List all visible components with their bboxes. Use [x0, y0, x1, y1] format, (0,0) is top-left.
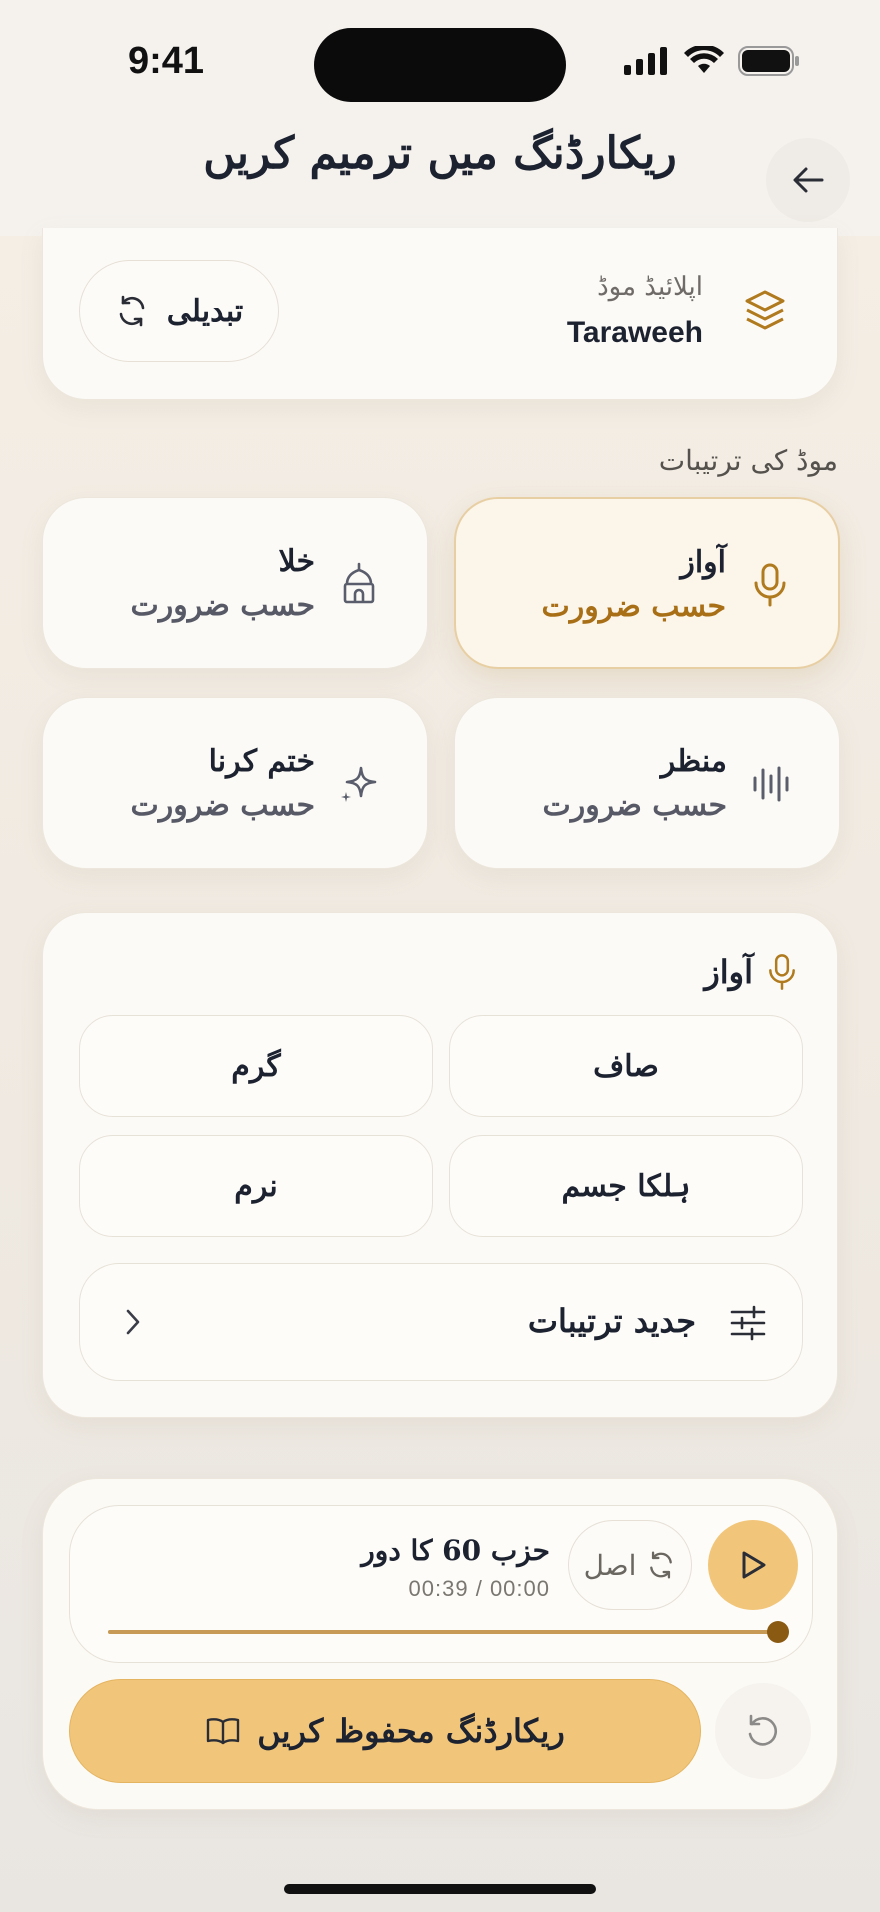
advanced-settings-row[interactable]: جدید ترتیبات [79, 1263, 803, 1381]
applied-mode-value: Taraweeh [566, 316, 703, 349]
original-toggle-button[interactable]: اصل [568, 1520, 692, 1610]
mode-name: خلا [278, 544, 315, 579]
battery-icon [738, 46, 799, 76]
mode-card-voice[interactable]: آواز حسب ضرورت [454, 497, 840, 669]
mic-icon [754, 563, 786, 607]
voice-panel: آواز صاف گرم ہلکا جسم نرم جدید ترتیبات [42, 912, 838, 1418]
voice-option-clear[interactable]: صاف [449, 1015, 803, 1117]
mode-value: حسب ضرورت [541, 589, 726, 624]
advanced-settings-label: جدید ترتیبات [527, 1302, 696, 1340]
save-recording-label: ریکارڈنگ محفوظ کریں [257, 1712, 565, 1750]
page-title: ریکارڈنگ میں ترمیم کریں [203, 128, 677, 179]
change-mode-button[interactable]: تبدیلی [79, 260, 279, 362]
mode-value: حسب ضرورت [542, 788, 727, 823]
arrow-left-icon [793, 167, 824, 193]
player-panel: اصل حزب 60 کا دور 00:39 / 00:00 ریکارڈنگ… [42, 1478, 838, 1810]
original-label: اصل [583, 1548, 637, 1582]
waveform-icon [753, 766, 789, 802]
track-title: حزب 60 کا دور [361, 1534, 550, 1567]
status-time: 9:41 [128, 40, 205, 82]
signal-icon [624, 47, 667, 75]
mic-icon [769, 954, 795, 990]
refresh-icon [119, 295, 145, 327]
chevron-right-icon [126, 1309, 140, 1335]
mode-name: منظر [660, 744, 727, 779]
wifi-icon [684, 46, 724, 73]
track-time: 00:39 / 00:00 [408, 1576, 550, 1601]
progress-fill [108, 1630, 778, 1634]
mode-value: حسب ضرورت [130, 588, 315, 623]
voice-panel-header: آواز [704, 953, 797, 991]
undo-icon [748, 1714, 778, 1746]
refresh-icon [650, 1551, 673, 1579]
applied-mode-label: اپلائیڈ موڈ [597, 272, 703, 302]
book-icon [207, 1718, 240, 1745]
voice-option-light-body[interactable]: ہلکا جسم [449, 1135, 803, 1237]
audio-player: اصل حزب 60 کا دور 00:39 / 00:00 [69, 1505, 813, 1663]
voice-option-warm[interactable]: گرم [79, 1015, 433, 1117]
layers-icon [745, 290, 785, 330]
mosque-icon [343, 562, 375, 604]
voice-panel-title: آواز [704, 953, 753, 991]
mode-card-space[interactable]: خلا حسب ضرورت [42, 497, 428, 669]
mode-card-finish[interactable]: ختم کرنا حسب ضرورت [42, 697, 428, 869]
sparkle-icon [341, 766, 377, 802]
mode-value: حسب ضرورت [130, 788, 315, 823]
status-icons [624, 46, 800, 76]
dynamic-island [314, 28, 566, 102]
sliders-icon [730, 1305, 766, 1341]
status-bar: 9:41 [0, 0, 880, 130]
play-icon [742, 1551, 766, 1579]
home-indicator [284, 1884, 596, 1894]
voice-option-soft[interactable]: نرم [79, 1135, 433, 1237]
header-bar: 9:41 ریکارڈنگ میں ترمیم کریں [0, 0, 880, 236]
play-button[interactable] [708, 1520, 798, 1610]
mode-card-scene[interactable]: منظر حسب ضرورت [454, 697, 840, 869]
mode-settings-title: موڈ کی ترتیبات [658, 444, 838, 477]
undo-button[interactable] [715, 1683, 811, 1779]
progress-track[interactable] [108, 1621, 789, 1643]
progress-knob[interactable] [767, 1621, 789, 1643]
mode-name: ختم کرنا [208, 744, 315, 779]
save-recording-button[interactable]: ریکارڈنگ محفوظ کریں [69, 1679, 701, 1783]
applied-mode-card: اپلائیڈ موڈ Taraweeh تبدیلی [42, 228, 838, 400]
change-mode-label: تبدیلی [166, 293, 244, 329]
mode-name: آواز [680, 545, 726, 580]
back-button[interactable] [766, 138, 850, 222]
